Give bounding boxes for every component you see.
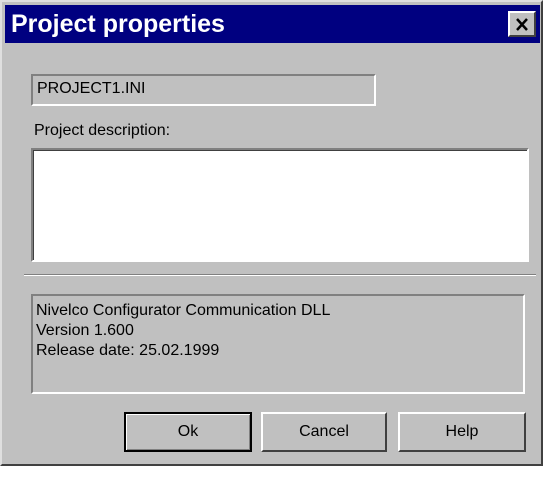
close-button[interactable] <box>508 11 536 37</box>
project-description-label: Project description: <box>34 122 171 139</box>
project-filename-field: PROJECT1.INI <box>31 74 376 106</box>
project-properties-dialog: Project properties PROJECT1.INI Project … <box>0 0 543 466</box>
cancel-button[interactable]: Cancel <box>261 412 387 452</box>
ok-button[interactable]: Ok <box>124 412 252 452</box>
about-info-panel: Nivelco Configurator Communication DLL V… <box>31 294 525 394</box>
title-bar[interactable]: Project properties <box>5 5 540 43</box>
about-version: Version 1.600 <box>36 322 134 339</box>
close-icon <box>515 17 529 31</box>
about-release-date: Release date: 25.02.1999 <box>36 342 220 359</box>
window-title: Project properties <box>11 10 225 38</box>
separator <box>24 274 536 276</box>
help-button[interactable]: Help <box>398 412 526 452</box>
about-product-name: Nivelco Configurator Communication DLL <box>36 302 331 319</box>
project-description-input[interactable] <box>31 148 529 262</box>
